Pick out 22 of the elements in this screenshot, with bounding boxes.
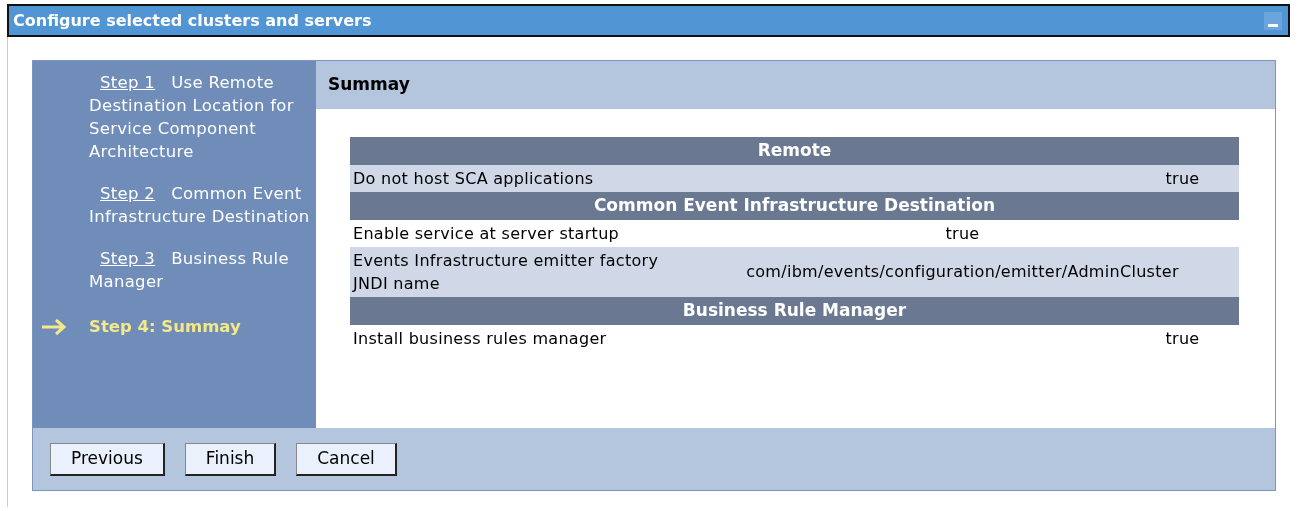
- setting-label: Events Infrastructure emitter factory JNDI name: [351, 250, 660, 295]
- section-header: Business Rule Manager: [350, 297, 1239, 325]
- section-header: Remote: [350, 137, 1239, 165]
- setting-value: true: [1164, 327, 1201, 350]
- arrow-icon: [41, 318, 67, 337]
- setting-value: com/ibm/events/configuration/emitter/AdminCluster: [745, 261, 1180, 283]
- setting-label: Install business rules manager: [352, 328, 608, 350]
- wizard-button[interactable]: Finish: [184, 442, 277, 476]
- current-step: Step 4: Summay: [89, 315, 241, 340]
- setting-value: true: [1164, 167, 1201, 190]
- window-title: Configure selected clusters and servers: [13, 9, 372, 32]
- minimize-button[interactable]: [1264, 11, 1282, 30]
- setting-label: Enable service at server startup: [352, 223, 621, 245]
- setting-label: Do not host SCA applications: [352, 168, 595, 190]
- wizard-button[interactable]: Previous: [50, 442, 165, 476]
- content-heading: Summay: [328, 73, 410, 97]
- step-item: Step 3 Business Rule Manager: [89, 248, 290, 293]
- wizard-button[interactable]: Cancel: [296, 442, 397, 476]
- step-item: Step 1 Use Remote Destination Location for Service Component Architecture: [89, 72, 295, 163]
- step-item: Step 2 Common Event Infrastructure Destination: [89, 183, 311, 228]
- setting-value: true: [944, 222, 981, 245]
- section-header: Common Event Infrastructure Destination: [350, 192, 1239, 220]
